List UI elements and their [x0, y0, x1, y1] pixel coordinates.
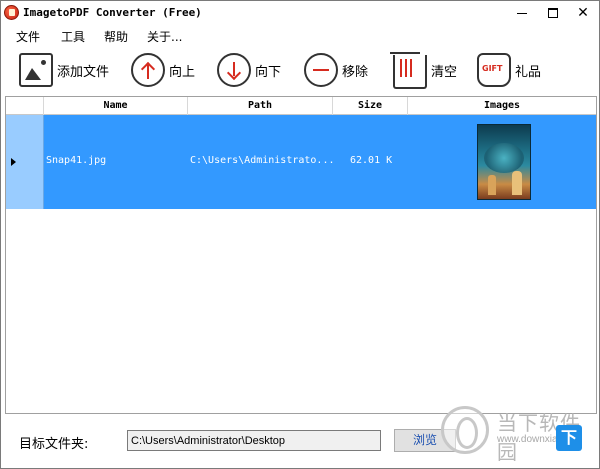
table-row[interactable]: Snap41.jpg C:\Users\Administrato... 62.0… [6, 115, 596, 209]
column-header-size[interactable]: Size [333, 97, 408, 115]
trash-bar [405, 59, 407, 77]
minimize-icon [517, 12, 527, 14]
menu-help[interactable]: 帮助 [104, 28, 128, 45]
column-header-path[interactable]: Path [188, 97, 333, 115]
add-file-button[interactable]: 添加文件 [19, 51, 109, 89]
output-folder-label: 目标文件夹: [19, 437, 89, 452]
watermark-badge: 下 [556, 425, 582, 451]
app-logo-icon [4, 5, 19, 20]
maximize-icon [548, 8, 558, 18]
thumbnail-figure [488, 175, 496, 195]
close-button[interactable]: ✕ [568, 1, 598, 25]
column-header-images[interactable]: Images [408, 97, 596, 115]
thumbnail-figure [512, 171, 522, 195]
gift-button[interactable]: GIFT 礼品 [477, 51, 541, 89]
header-row-selector[interactable] [6, 97, 44, 115]
clear-button[interactable]: 清空 [389, 51, 457, 89]
toolbar: 添加文件 向上 向下 移除 清空 GIFT 礼品 [1, 47, 599, 93]
move-down-button[interactable]: 向下 [217, 51, 281, 89]
remove-button[interactable]: 移除 [304, 51, 368, 89]
move-down-label: 向下 [255, 64, 282, 80]
minimize-button[interactable] [507, 1, 537, 25]
move-up-label: 向上 [169, 64, 196, 80]
cell-size: 62.01 K [350, 155, 393, 166]
current-row-marker-icon [11, 158, 16, 166]
menu-bar: 文件 工具 帮助 关于... [1, 25, 599, 45]
arrow-down-icon [217, 53, 251, 87]
title-bar[interactable]: ImagetoPDF Converter (Free) ✕ [1, 1, 599, 25]
grid-header: Name Path Size Images [6, 97, 596, 115]
column-header-name[interactable]: Name [44, 97, 188, 115]
watermark-logo-icon [441, 406, 489, 454]
file-grid[interactable]: Name Path Size Images Snap41.jpg C:\User… [5, 96, 597, 414]
menu-tools[interactable]: 工具 [61, 28, 85, 45]
trash-bar [410, 59, 412, 77]
gift-icon-text: GIFT [482, 64, 503, 73]
trash-icon [390, 52, 427, 89]
menu-about[interactable]: 关于... [147, 28, 182, 45]
move-up-button[interactable]: 向上 [131, 51, 195, 89]
arrow-up-icon [131, 53, 165, 87]
menu-file[interactable]: 文件 [16, 28, 40, 45]
image-add-icon [19, 53, 53, 87]
clear-label: 清空 [431, 64, 458, 80]
gift-icon: GIFT [477, 53, 511, 87]
add-file-label: 添加文件 [57, 64, 110, 80]
trash-bar [400, 59, 402, 77]
window-title: ImagetoPDF Converter (Free) [23, 6, 202, 19]
gift-label: 礼品 [515, 64, 542, 80]
maximize-button[interactable] [538, 1, 568, 25]
output-folder-input[interactable] [127, 430, 381, 451]
minus-icon [304, 53, 338, 87]
thumbnail-tree [484, 143, 524, 173]
cell-path: C:\Users\Administrato... [190, 155, 335, 166]
remove-label: 移除 [342, 64, 369, 80]
row-selector[interactable] [6, 115, 44, 209]
image-thumbnail [477, 124, 531, 200]
app-window: ImagetoPDF Converter (Free) ✕ 文件 工具 帮助 关… [0, 0, 600, 469]
cell-name: Snap41.jpg [46, 155, 107, 166]
